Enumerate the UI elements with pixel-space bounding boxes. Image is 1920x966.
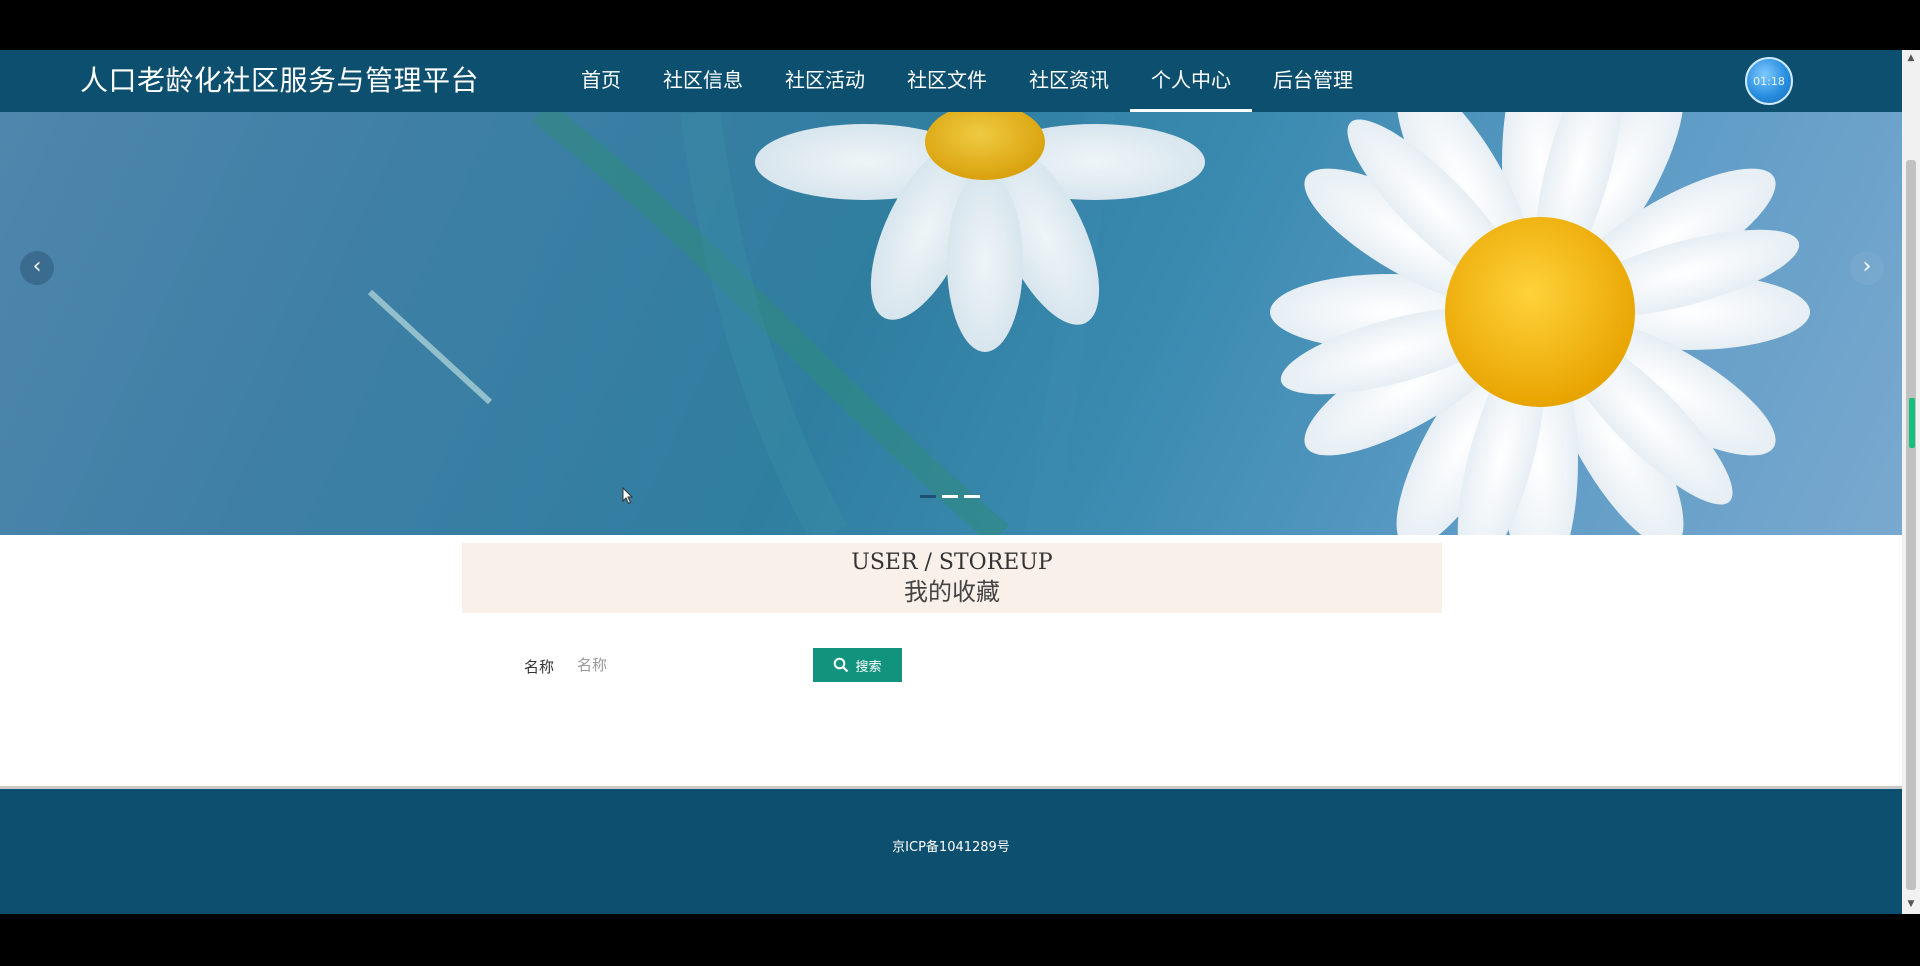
nav-item-community-news[interactable]: 社区资讯 xyxy=(1008,50,1130,112)
nav-item-personal-center[interactable]: 个人中心 xyxy=(1130,50,1252,112)
search-button-label: 搜索 xyxy=(855,658,882,674)
site-title: 人口老龄化社区服务与管理平台 xyxy=(80,64,480,97)
scroll-position-marker xyxy=(1909,398,1915,448)
browser-viewport: 人口老龄化社区服务与管理平台 首页 社区信息 社区活动 社区文件 社区资讯 个人… xyxy=(0,50,1920,914)
nav-item-community-info[interactable]: 社区信息 xyxy=(642,50,764,112)
top-navbar: 人口老龄化社区服务与管理平台 首页 社区信息 社区活动 社区文件 社区资讯 个人… xyxy=(0,50,1902,112)
search-button[interactable]: 搜索 xyxy=(813,648,902,682)
scrollbar-thumb[interactable] xyxy=(1906,160,1916,890)
carousel-indicators xyxy=(920,495,980,498)
search-label: 名称 xyxy=(524,658,555,676)
section-title-cn: 我的收藏 xyxy=(904,578,1000,606)
carousel-dot[interactable] xyxy=(920,495,936,498)
nav-item-home[interactable]: 首页 xyxy=(560,50,642,112)
search-icon xyxy=(834,657,849,673)
footer: 京ICP备1041289号 xyxy=(0,786,1902,914)
scroll-up-icon[interactable]: ▲ xyxy=(1905,52,1917,64)
nav-item-community-activities[interactable]: 社区活动 xyxy=(764,50,886,112)
avatar-icon[interactable]: 01:18 xyxy=(1745,57,1793,105)
footer-icp-text: 京ICP备1041289号 xyxy=(892,840,1010,855)
nav-item-community-files[interactable]: 社区文件 xyxy=(886,50,1008,112)
nav-item-admin[interactable]: 后台管理 xyxy=(1252,50,1374,112)
mouse-cursor-icon xyxy=(622,487,634,505)
carousel-dot[interactable] xyxy=(942,495,958,498)
carousel-dot[interactable] xyxy=(964,495,980,498)
banner-carousel: ‹ › xyxy=(0,112,1902,535)
avatar-text: 01:18 xyxy=(1753,74,1785,88)
scroll-down-icon[interactable]: ▼ xyxy=(1905,898,1917,910)
vertical-scrollbar[interactable]: ▲ ▼ xyxy=(1902,50,1920,914)
banner-image xyxy=(367,112,1810,535)
search-input[interactable] xyxy=(575,644,799,686)
section-header: USER / STOREUP 我的收藏 xyxy=(462,543,1442,613)
carousel-prev-button[interactable]: ‹ xyxy=(20,251,54,285)
carousel-next-button[interactable]: › xyxy=(1850,251,1884,285)
nav-menu: 首页 社区信息 社区活动 社区文件 社区资讯 个人中心 后台管理 xyxy=(560,50,1374,112)
section-title-en: USER / STOREUP xyxy=(851,550,1053,575)
